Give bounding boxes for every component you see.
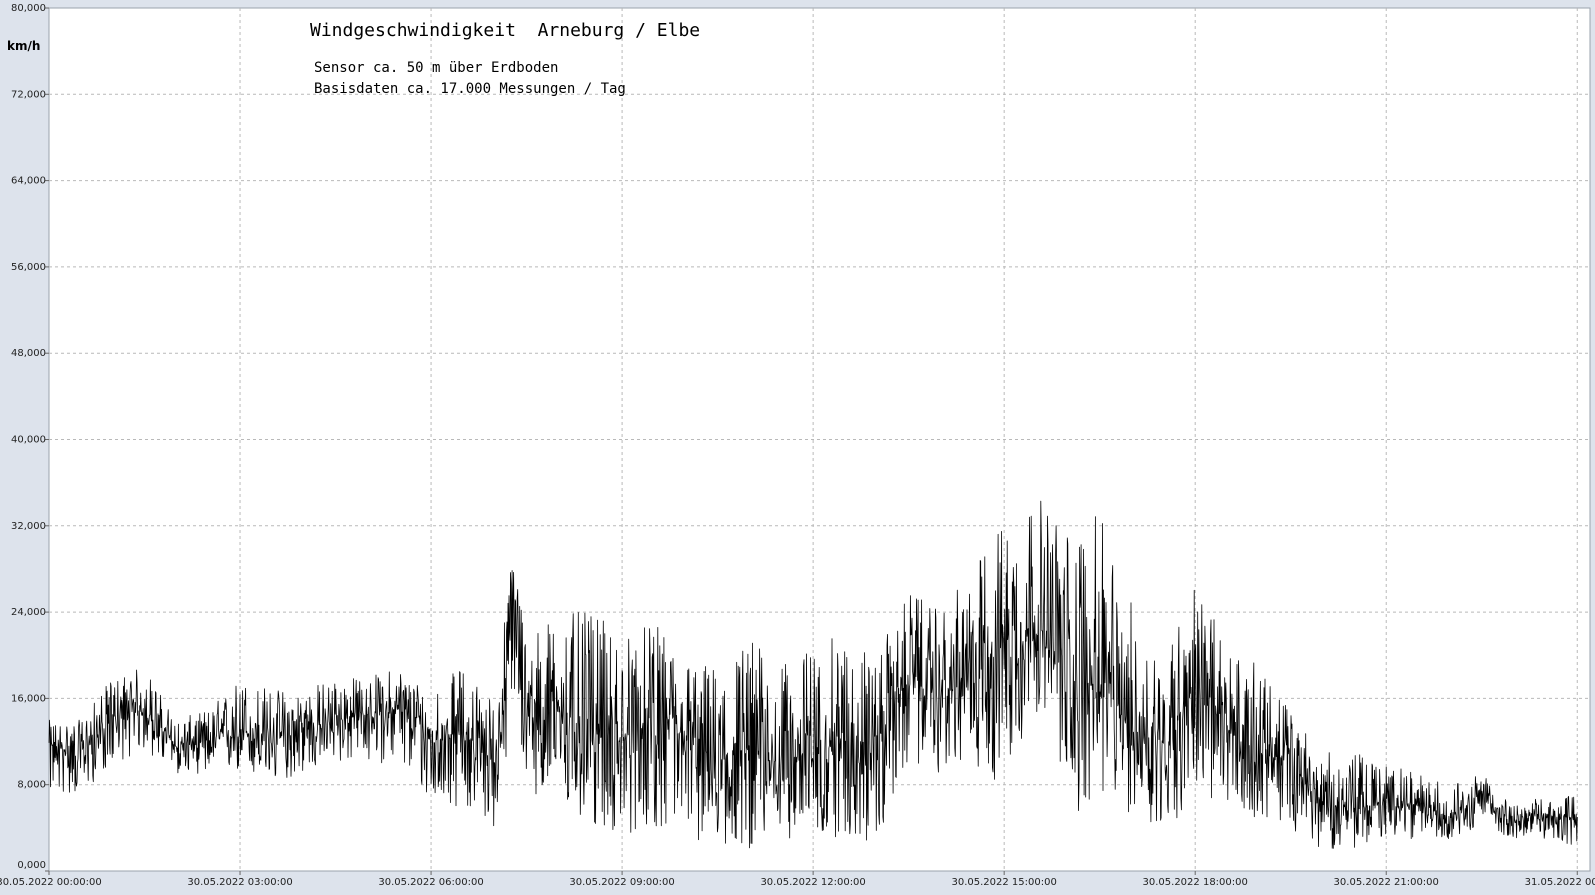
wind-speed-chart: 0,000 8,000 16,000 24,000 32,000 40,000 48,000… (0, 0, 1595, 895)
y-tick-label: 80,000 (11, 3, 46, 14)
y-tick-label: 16,000 (11, 693, 46, 704)
x-tick-label: 30.05.2022 09:00:00 (569, 877, 674, 888)
chart-subtitle-basisdaten: Basisdaten ca. 17.000 Messungen / Tag (314, 81, 626, 97)
x-tick-label: 30.05.2022 15:00:00 (951, 877, 1056, 888)
y-tick-label: 48,000 (11, 348, 46, 359)
y-tick-label: 8,000 (17, 780, 46, 791)
chart-title: Windgeschwindigkeit Arneburg / Elbe (310, 20, 700, 41)
y-tick-label: 0,000 (17, 860, 46, 871)
chart-subtitle-sensor: Sensor ca. 50 m über Erdboden (314, 60, 558, 76)
y-tick-label: 72,000 (11, 89, 46, 100)
x-tick-label: 30.05.2022 06:00:00 (378, 877, 483, 888)
y-tick-label: 64,000 (11, 176, 46, 187)
x-tick-label: 30.05.2022 21:00:00 (1334, 877, 1439, 888)
x-tick-label: 30.05.2022 12:00:00 (760, 877, 865, 888)
x-tick-label: 30.05.2022 03:00:00 (187, 877, 292, 888)
y-tick-label: 24,000 (11, 607, 46, 618)
y-tick-label: 32,000 (11, 521, 46, 532)
x-tick-label: 31.05.2022 00:00:00 (1525, 877, 1595, 888)
y-axis-unit-label: km/h (7, 39, 40, 53)
y-tick-label: 56,000 (11, 262, 46, 273)
chart-svg: 0,000 8,000 16,000 24,000 32,000 40,000 48,000… (0, 0, 1595, 895)
y-tick-label: 40,000 (11, 435, 46, 446)
x-tick-label: 30.05.2022 00:00:00 (0, 877, 102, 888)
x-tick-label: 30.05.2022 18:00:00 (1143, 877, 1248, 888)
